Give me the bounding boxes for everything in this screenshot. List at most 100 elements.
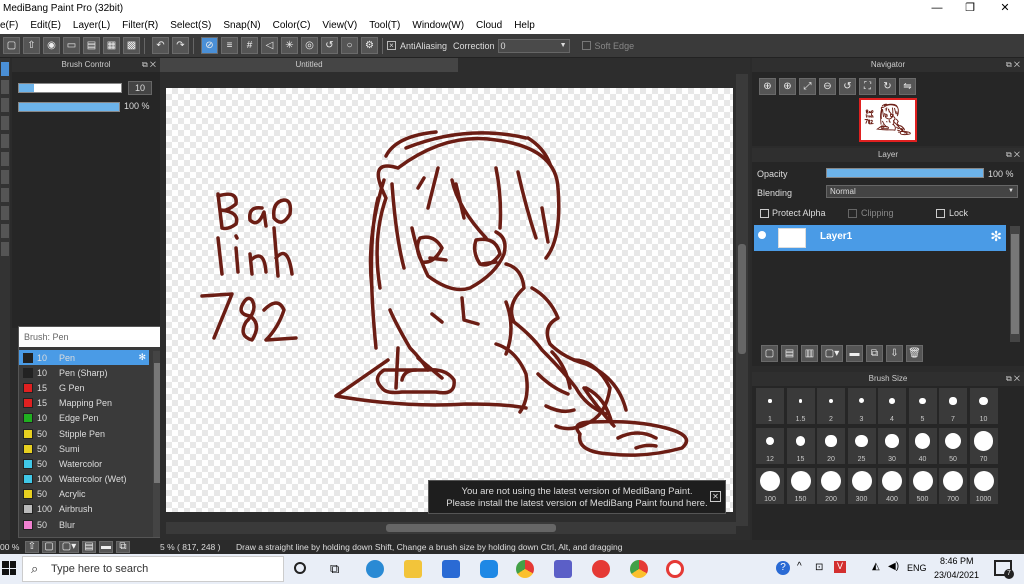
magic-wand-tool-icon[interactable] [1, 188, 9, 202]
fill-tool-icon[interactable] [1, 116, 9, 130]
gear-icon[interactable]: ✻ [990, 228, 1002, 245]
settings-icon[interactable]: ⚙ [361, 37, 378, 54]
panel-close-icon[interactable]: ⧉ ✕ [142, 58, 156, 72]
drawing-canvas[interactable] [166, 88, 733, 512]
file-explorer-icon[interactable] [404, 560, 422, 578]
clock-date[interactable]: 23/04/2021 [934, 570, 979, 580]
brush-size-option[interactable]: 200 [817, 468, 845, 504]
update-notification[interactable]: You are not using the latest version of … [428, 480, 726, 514]
panel-close-icon[interactable]: ⧉ ✕ [1006, 148, 1020, 162]
lock-checkbox[interactable] [936, 209, 945, 218]
brush-size-option[interactable]: 30 [878, 428, 906, 464]
clock-time[interactable]: 8:46 PM [940, 556, 974, 566]
canvas-horizontal-scrollbar[interactable] [166, 522, 736, 534]
menu-color[interactable]: Color(C) [273, 20, 311, 31]
menu-tool[interactable]: Tool(T) [369, 20, 400, 31]
visibility-icon[interactable] [758, 231, 766, 239]
brush-size-option[interactable]: 150 [786, 468, 815, 504]
brush-item-g-pen[interactable]: 15 G Pen [19, 380, 149, 395]
zoom-in-icon[interactable]: ⊕ [759, 78, 776, 95]
flip-icon[interactable]: ⇋ [899, 78, 916, 95]
eyedropper-tool-icon[interactable] [1, 224, 9, 238]
brush-item-watercolor-wet[interactable]: 100 Watercolor (Wet) [19, 472, 149, 487]
correction-select[interactable]: 0 ▼ [497, 38, 570, 53]
opera-icon[interactable] [592, 560, 610, 578]
new-8bit-layer-icon[interactable]: ▥ [801, 345, 818, 362]
menu-file[interactable]: e(F) [0, 20, 18, 31]
brush-item-mapping-pen[interactable]: 15 Mapping Pen [19, 396, 149, 411]
close-icon[interactable]: ✕ [710, 491, 721, 502]
chrome-profile-icon[interactable] [630, 560, 648, 578]
brush-size-option[interactable]: 1000 [969, 468, 998, 504]
brush-size-option[interactable]: 50 [939, 428, 967, 464]
snap-radial-icon[interactable]: ✳ [281, 37, 298, 54]
menu-window[interactable]: Window(W) [412, 20, 464, 31]
canvas-tab[interactable]: Untitled [160, 58, 458, 72]
snap-curve-icon[interactable]: ↺ [321, 37, 338, 54]
snap-perspective-icon[interactable]: ◁ [261, 37, 278, 54]
teams-icon[interactable] [554, 560, 572, 578]
fullscreen-icon[interactable]: ⛶ [859, 78, 876, 95]
brush-size-option[interactable]: 100 [756, 468, 784, 504]
merge-down-icon[interactable]: ⇩ [886, 345, 903, 362]
brush-size-option[interactable]: 500 [908, 468, 937, 504]
antialiasing-checkbox[interactable]: × [387, 41, 396, 50]
windows-start-icon[interactable] [2, 561, 16, 575]
brush-size-slider[interactable] [18, 83, 122, 93]
gear-icon[interactable]: ✻ [138, 352, 146, 363]
eraser-tool-icon[interactable] [1, 80, 9, 94]
undo-icon[interactable]: ↶ [152, 37, 169, 54]
brush-size-option[interactable]: 10 [969, 388, 998, 424]
navigator-preview[interactable] [859, 98, 917, 142]
brush-size-option[interactable]: 12 [756, 428, 784, 464]
brush-item-pen[interactable]: 10 Pen ✻ [19, 350, 149, 366]
menu-view[interactable]: View(V) [322, 20, 357, 31]
brush-size-option[interactable]: 7 [939, 388, 967, 424]
move-tool-icon[interactable] [1, 98, 9, 112]
restore-button[interactable]: ❐ [955, 0, 985, 17]
menu-snap[interactable]: Snap(N) [223, 20, 260, 31]
delete-layer-icon[interactable]: 🗑 [906, 345, 923, 362]
medibang-icon[interactable] [666, 560, 684, 578]
brush-item-stipple-pen[interactable]: 50 Stipple Pen [19, 426, 149, 441]
protect-alpha-checkbox[interactable] [760, 209, 769, 218]
rotate-left-icon[interactable]: ↺ [839, 78, 856, 95]
new-halftone-layer-icon[interactable]: ▤ [781, 345, 798, 362]
mail-icon[interactable] [442, 560, 460, 578]
edge-browser-icon[interactable] [366, 560, 384, 578]
menu-help[interactable]: Help [514, 20, 535, 31]
brush-item-edge-pen[interactable]: 10 Edge Pen [19, 411, 149, 426]
snap-grid-icon[interactable]: # [241, 37, 258, 54]
blending-select[interactable]: Normal ▼ [826, 185, 1018, 198]
brush-size-value[interactable]: 10 [128, 81, 152, 95]
select-tool-icon[interactable] [1, 152, 9, 166]
brush-item-airbrush[interactable]: 100 Airbrush [19, 502, 149, 517]
tray-app-icon[interactable]: ⊡ [815, 562, 823, 573]
snap-off-icon[interactable]: ⊘ [201, 37, 218, 54]
page-icon[interactable]: ▤ [83, 37, 100, 54]
brush-size-option[interactable]: 400 [878, 468, 906, 504]
folder-icon[interactable]: ▬ [846, 345, 863, 362]
pointer-icon[interactable]: ⇧ [25, 541, 39, 553]
add-layer-dropdown-icon[interactable]: ▢▾ [821, 345, 843, 362]
brush-item-acrylic[interactable]: 50 Acrylic [19, 487, 149, 502]
cortana-icon[interactable] [294, 562, 306, 574]
taskbar-search-input[interactable]: ⌕ Type here to search [22, 556, 284, 582]
menu-edit[interactable]: Edit(E) [30, 20, 61, 31]
gradient-tool-icon[interactable] [1, 134, 9, 148]
task-view-icon[interactable]: ⧉ [330, 561, 339, 577]
minimize-button[interactable]: — [922, 0, 952, 17]
brush-size-option[interactable]: 70 [969, 428, 998, 464]
language-indicator[interactable]: ENG [907, 563, 927, 573]
clipping-checkbox[interactable] [848, 209, 857, 218]
zoom-out-icon[interactable]: ⊖ [819, 78, 836, 95]
tray-chevron-icon[interactable]: ^ [797, 561, 802, 572]
brush-item-blur[interactable]: 50 Blur [19, 517, 149, 532]
menu-cloud[interactable]: Cloud [476, 20, 502, 31]
fit-icon[interactable]: ⤢ [799, 78, 816, 95]
text-tool-icon[interactable] [1, 206, 9, 220]
help-icon[interactable]: ? [776, 561, 790, 575]
lasso-tool-icon[interactable] [1, 170, 9, 184]
zoom-in-icon-2[interactable]: ⊕ [779, 78, 796, 95]
chrome-icon[interactable] [516, 560, 534, 578]
